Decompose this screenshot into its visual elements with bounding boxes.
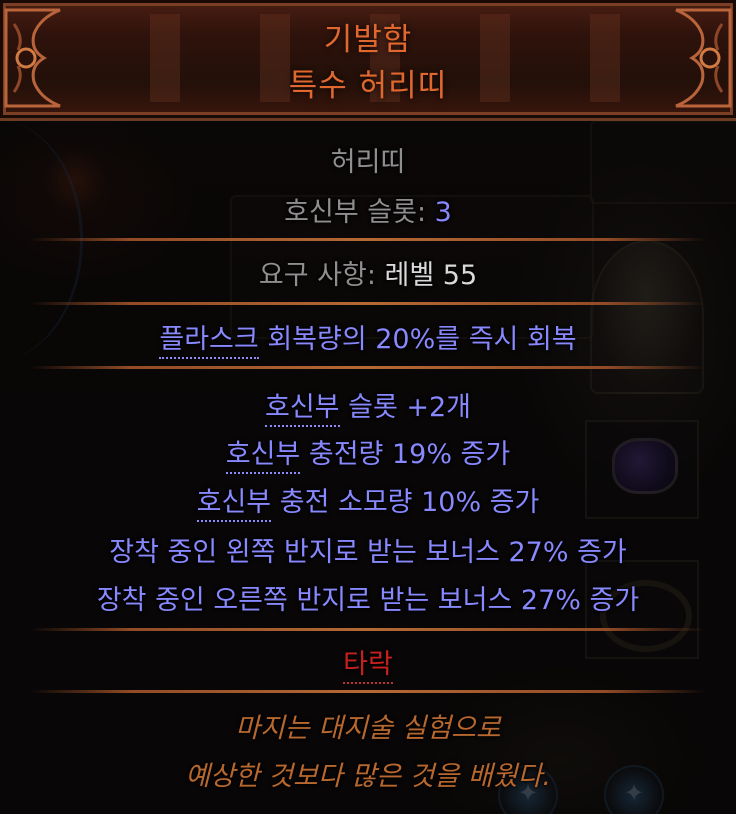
- mod-text: 슬롯 +2개: [339, 392, 472, 423]
- item-base-type: 특수 허리띠: [288, 68, 448, 104]
- item-tooltip: 기발함 특수 허리띠 허리띠 호신부 슬롯: 3 요구 사항: 레벨 55 플라…: [0, 0, 736, 814]
- charm-slots-property: 호신부 슬롯: 3: [0, 190, 736, 229]
- keyword-charm[interactable]: 호신부: [225, 439, 301, 474]
- property-separator: :: [416, 197, 435, 228]
- explicit-mod: 호신부 충전 소모량 10% 증가: [0, 480, 736, 522]
- separator: [30, 628, 706, 631]
- keyword-corrupted[interactable]: 타락: [343, 649, 393, 684]
- mod-text: 장착 중인 왼쪽 반지로 받는 보너스 27% 증가: [109, 537, 627, 568]
- flavour-text-line: 마지는 대지술 실험으로: [235, 713, 501, 744]
- keyword-charm[interactable]: 호신부: [196, 487, 272, 522]
- item-name: 기발함: [323, 22, 413, 58]
- separator: [30, 238, 706, 241]
- separator: [30, 690, 706, 693]
- keyword-charm[interactable]: 호신부: [264, 392, 340, 427]
- game-screen: 기발함 특수 허리띠 허리띠 호신부 슬롯: 3 요구 사항: 레벨 55 플라…: [0, 0, 736, 814]
- mod-text: 충전 소모량 10% 증가: [271, 487, 540, 518]
- corrupted-status: 타락: [0, 642, 736, 684]
- level-label: 레벨: [384, 260, 435, 291]
- requirements-separator: :: [366, 260, 385, 291]
- tooltip-header: 기발함 특수 허리띠: [0, 0, 736, 121]
- separator: [30, 302, 706, 305]
- explicit-mod: 호신부 충전량 19% 증가: [0, 432, 736, 474]
- property-value: 3: [434, 197, 452, 228]
- flavour-text-line: 예상한 것보다 많은 것을 배웠다.: [185, 761, 551, 792]
- implicit-mod: 플라스크 회복량의 20%를 즉시 회복: [0, 317, 736, 359]
- mod-text: 장착 중인 오른쪽 반지로 받는 보너스 27% 증가: [96, 585, 640, 616]
- level-value: 55: [442, 260, 478, 291]
- explicit-mod: 장착 중인 왼쪽 반지로 받는 보너스 27% 증가: [0, 530, 736, 569]
- requirements-line: 요구 사항: 레벨 55: [0, 253, 736, 292]
- implicit-mod-text: 회복량의 20%를 즉시 회복: [258, 324, 577, 355]
- mod-text: 충전량 19% 증가: [300, 439, 511, 470]
- item-class: 허리띠: [330, 147, 406, 178]
- explicit-mod: 호신부 슬롯 +2개: [0, 385, 736, 427]
- keyword-flask[interactable]: 플라스크: [159, 324, 259, 359]
- separator: [30, 366, 706, 369]
- property-label: 호신부 슬롯: [284, 197, 417, 228]
- requirements-label: 요구 사항: [258, 260, 367, 291]
- explicit-mod: 장착 중인 오른쪽 반지로 받는 보너스 27% 증가: [0, 578, 736, 617]
